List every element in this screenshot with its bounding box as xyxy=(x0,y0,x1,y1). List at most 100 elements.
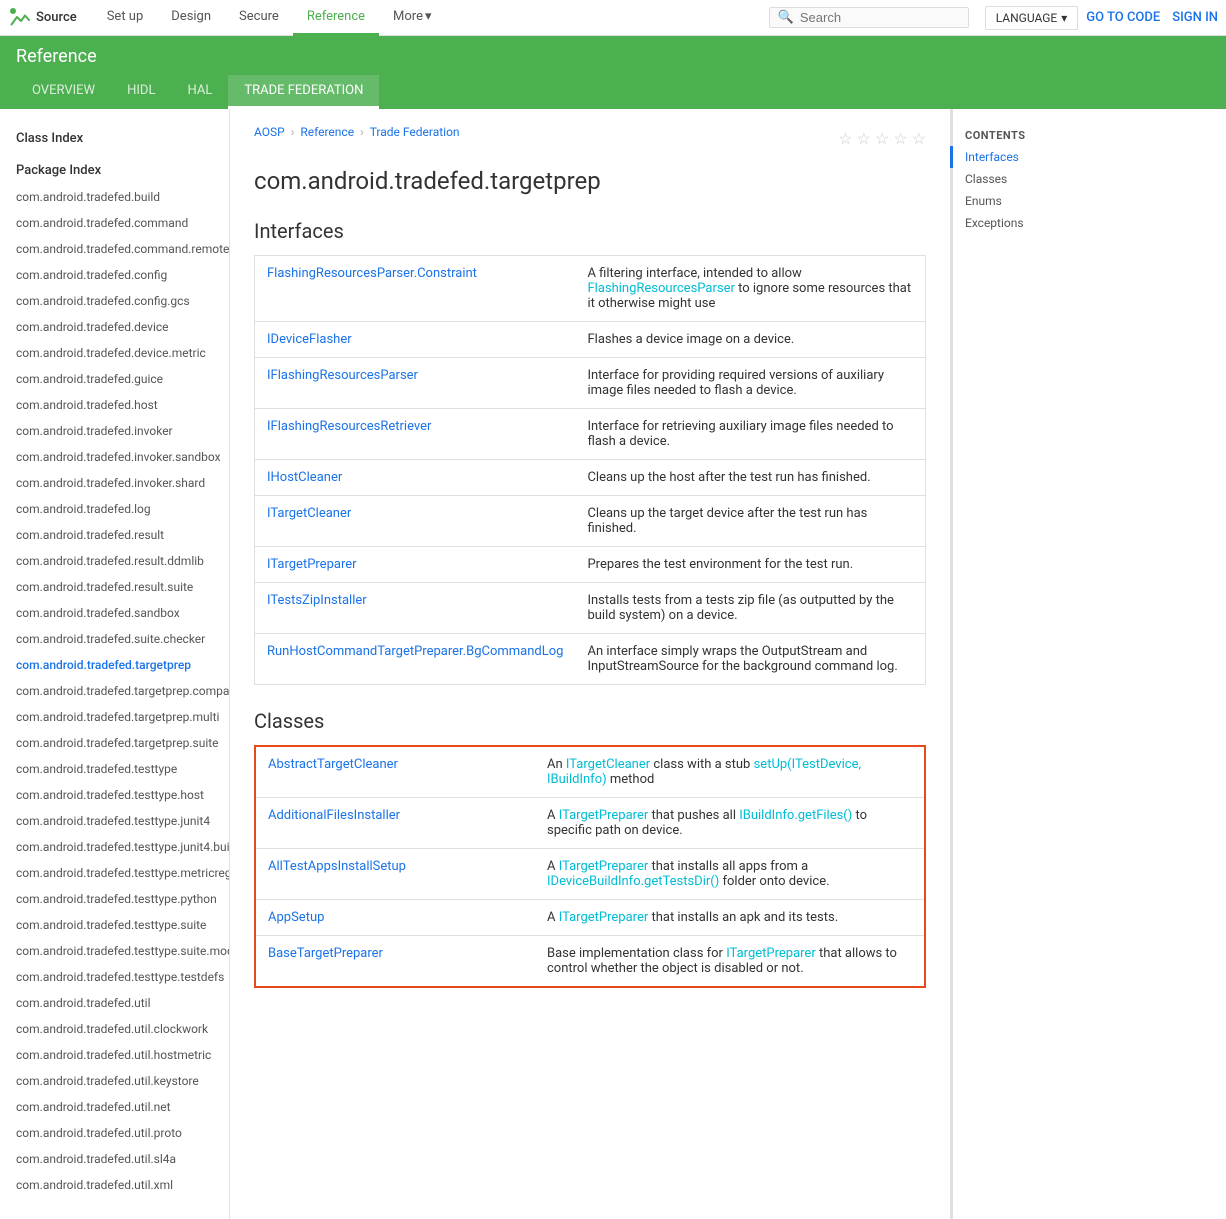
toc-item-exceptions[interactable]: Exceptions xyxy=(950,212,1090,234)
sidebar-item-command[interactable]: com.android.tradefed.command xyxy=(0,210,229,236)
sidebar-item-testtype-suite-module[interactable]: com.android.tradefed.testtype.suite.modu… xyxy=(0,938,229,964)
table-row: AppSetup A ITargetPreparer that installs… xyxy=(255,900,925,936)
table-row: IFlashingResourcesRetriever Interface fo… xyxy=(255,409,926,460)
nav-reference[interactable]: Reference xyxy=(293,0,379,36)
sidebar-item-host[interactable]: com.android.tradefed.host xyxy=(0,392,229,418)
sidebar-item-util-sl4a[interactable]: com.android.tradefed.util.sl4a xyxy=(0,1146,229,1172)
sidebar-item-result-suite[interactable]: com.android.tradefed.result.suite xyxy=(0,574,229,600)
rating-stars[interactable]: ☆ ☆ ☆ ☆ ☆ xyxy=(838,129,926,148)
sidebar-item-class-index[interactable]: Class Index xyxy=(0,121,229,153)
breadcrumb-reference[interactable]: Reference xyxy=(300,125,354,139)
sidebar-item-build[interactable]: com.android.tradefed.build xyxy=(0,184,229,210)
sidebar-item-config[interactable]: com.android.tradefed.config xyxy=(0,262,229,288)
sidebar-item-log[interactable]: com.android.tradefed.log xyxy=(0,496,229,522)
sidebar-item-targetprep-multi[interactable]: com.android.tradefed.targetprep.multi xyxy=(0,704,229,730)
tab-hal[interactable]: HAL xyxy=(171,75,228,109)
sidebar-item-testtype-metricregression[interactable]: com.android.tradefed.testtype.metricregr… xyxy=(0,860,229,886)
inline-link-itargetpreparer-2[interactable]: ITargetPreparer xyxy=(559,808,649,823)
inline-link-itargetcleaner[interactable]: ITargetCleaner xyxy=(566,757,650,772)
sidebar-item-invoker[interactable]: com.android.tradefed.invoker xyxy=(0,418,229,444)
interface-link-itargetpreparer[interactable]: ITargetPreparer xyxy=(267,557,357,572)
star-3[interactable]: ☆ xyxy=(875,129,889,148)
sidebar-item-targetprep-suite[interactable]: com.android.tradefed.targetprep.suite xyxy=(0,730,229,756)
sidebar-item-package-index[interactable]: Package Index xyxy=(0,153,229,185)
toc-item-interfaces[interactable]: Interfaces xyxy=(950,146,1090,168)
tab-overview[interactable]: OVERVIEW xyxy=(16,75,111,109)
breadcrumb-trade-federation[interactable]: Trade Federation xyxy=(370,125,460,139)
nav-design[interactable]: Design xyxy=(157,0,225,36)
interface-link-ideviceflasher[interactable]: IDeviceFlasher xyxy=(267,332,352,347)
language-button[interactable]: LANGUAGE ▾ xyxy=(985,6,1079,30)
toc-item-classes[interactable]: Classes xyxy=(950,168,1090,190)
interface-link-itestszipinstaller[interactable]: ITestsZipInstaller xyxy=(267,593,367,608)
sidebar-item-util-hostmetric[interactable]: com.android.tradefed.util.hostmetric xyxy=(0,1042,229,1068)
class-link-additionalfilesinstaller[interactable]: AdditionalFilesInstaller xyxy=(268,808,400,823)
star-2[interactable]: ☆ xyxy=(857,129,871,148)
sidebar-item-util-keystore[interactable]: com.android.tradefed.util.keystore xyxy=(0,1068,229,1094)
inline-link-itargetpreparer-5[interactable]: ITargetPreparer xyxy=(726,946,816,961)
sidebar-item-testtype-testdefs[interactable]: com.android.tradefed.testtype.testdefs xyxy=(0,964,229,990)
nav-secure[interactable]: Secure xyxy=(225,0,293,36)
sidebar-item-testtype-junit4-builder[interactable]: com.android.tradefed.testtype.junit4.bui… xyxy=(0,834,229,860)
star-1[interactable]: ☆ xyxy=(838,129,852,148)
tab-trade-federation[interactable]: TRADE FEDERATION xyxy=(228,75,379,109)
sidebar-item-testtype-suite[interactable]: com.android.tradefed.testtype.suite xyxy=(0,912,229,938)
sidebar-item-config-gcs[interactable]: com.android.tradefed.config.gcs xyxy=(0,288,229,314)
table-row: AbstractTargetCleaner An ITargetCleaner … xyxy=(255,746,925,798)
main-layout: Class Index Package Index com.android.tr… xyxy=(0,109,1226,1219)
sidebar-item-invoker-sandbox[interactable]: com.android.tradefed.invoker.sandbox xyxy=(0,444,229,470)
interface-link-itargetcleaner[interactable]: ITargetCleaner xyxy=(267,506,351,521)
sidebar-item-util[interactable]: com.android.tradefed.util xyxy=(0,990,229,1016)
sidebar-item-targetprep-companion[interactable]: com.android.tradefed.targetprep.companio… xyxy=(0,678,229,704)
table-row: ITargetPreparer Prepares the test enviro… xyxy=(255,547,926,583)
sidebar-item-testtype-host[interactable]: com.android.tradefed.testtype.host xyxy=(0,782,229,808)
class-link-appsetup[interactable]: AppSetup xyxy=(268,910,324,925)
breadcrumb-aosp[interactable]: AOSP xyxy=(254,125,285,139)
sidebar-item-util-clockwork[interactable]: com.android.tradefed.util.clockwork xyxy=(0,1016,229,1042)
sidebar-item-command-remote[interactable]: com.android.tradefed.command.remote xyxy=(0,236,229,262)
toc-item-enums[interactable]: Enums xyxy=(950,190,1090,212)
interface-link-iflashingresourcesretriever[interactable]: IFlashingResourcesRetriever xyxy=(267,419,431,434)
sidebar-item-invoker-shard[interactable]: com.android.tradefed.invoker.shard xyxy=(0,470,229,496)
sidebar-item-testtype[interactable]: com.android.tradefed.testtype xyxy=(0,756,229,782)
inline-link[interactable]: FlashingResourcesParser xyxy=(587,281,734,296)
search-input[interactable] xyxy=(800,10,950,25)
sidebar-item-util-proto[interactable]: com.android.tradefed.util.proto xyxy=(0,1120,229,1146)
nav-setup[interactable]: Set up xyxy=(93,0,158,36)
sidebar-item-targetprep[interactable]: com.android.tradefed.targetprep xyxy=(0,652,229,678)
star-4[interactable]: ☆ xyxy=(893,129,907,148)
sidebar-item-testtype-junit4[interactable]: com.android.tradefed.testtype.junit4 xyxy=(0,808,229,834)
class-link-basetargetpreparer[interactable]: BaseTargetPreparer xyxy=(268,946,383,961)
sidebar-item-device[interactable]: com.android.tradefed.device xyxy=(0,314,229,340)
search-box[interactable]: 🔍 xyxy=(769,7,969,28)
sidebar-item-guice[interactable]: com.android.tradefed.guice xyxy=(0,366,229,392)
interface-link-iflashingresourcesparser[interactable]: IFlashingResourcesParser xyxy=(267,368,418,383)
sidebar-item-util-net[interactable]: com.android.tradefed.util.net xyxy=(0,1094,229,1120)
sidebar-item-sandbox[interactable]: com.android.tradefed.sandbox xyxy=(0,600,229,626)
interface-link-ihostcleaner[interactable]: IHostCleaner xyxy=(267,470,342,485)
star-5[interactable]: ☆ xyxy=(912,129,926,148)
right-toc: Contents Interfaces Classes Enums Except… xyxy=(950,109,1090,1219)
inline-link-ibuildinfo-getfiles[interactable]: IBuildInfo.getFiles() xyxy=(739,808,852,823)
go-to-code-button[interactable]: GO TO CODE xyxy=(1086,10,1160,25)
interface-link-flashingresourcesparser-constraint[interactable]: FlashingResourcesParser.Constraint xyxy=(267,266,477,281)
sign-in-button[interactable]: SIGN IN xyxy=(1172,10,1218,25)
table-row: AllTestAppsInstallSetup A ITargetPrepare… xyxy=(255,849,925,900)
tab-hidl[interactable]: HIDL xyxy=(111,75,171,109)
class-link-alltestappsinstallsetup[interactable]: AllTestAppsInstallSetup xyxy=(268,859,406,874)
sidebar-item-util-xml[interactable]: com.android.tradefed.util.xml xyxy=(0,1172,229,1198)
inline-link-idevicebuildinfo-gettestsdir[interactable]: IDeviceBuildInfo.getTestsDir() xyxy=(547,874,719,889)
sidebar-item-suite-checker[interactable]: com.android.tradefed.suite.checker xyxy=(0,626,229,652)
inline-link-itargetpreparer-4[interactable]: ITargetPreparer xyxy=(559,910,649,925)
interface-link-runhostcommandtargetpreparer-bgcommandlog[interactable]: RunHostCommandTargetPreparer.BgCommandLo… xyxy=(267,644,563,659)
sidebar-item-testtype-python[interactable]: com.android.tradefed.testtype.python xyxy=(0,886,229,912)
sidebar-item-device-metric[interactable]: com.android.tradefed.device.metric xyxy=(0,340,229,366)
nav-links: Set up Design Secure Reference More ▾ xyxy=(93,0,753,36)
interfaces-heading: Interfaces xyxy=(254,219,926,243)
logo[interactable]: Source xyxy=(8,6,77,30)
sidebar-item-result[interactable]: com.android.tradefed.result xyxy=(0,522,229,548)
nav-more[interactable]: More ▾ xyxy=(379,0,445,36)
inline-link-itargetpreparer-3[interactable]: ITargetPreparer xyxy=(559,859,649,874)
sidebar-item-result-ddmlib[interactable]: com.android.tradefed.result.ddmlib xyxy=(0,548,229,574)
class-link-abstracttargetcleaner[interactable]: AbstractTargetCleaner xyxy=(268,757,398,772)
